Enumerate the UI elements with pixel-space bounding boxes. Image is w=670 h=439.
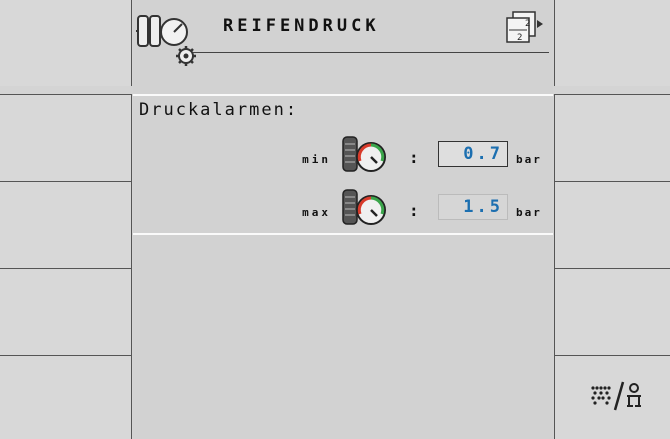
- page-current: 2: [525, 19, 530, 29]
- softkey-left-1[interactable]: [0, 0, 132, 86]
- min-separator: :: [409, 148, 419, 167]
- max-pressure-field[interactable]: 1.5: [438, 194, 508, 220]
- softkey-right-5-unit-toggle[interactable]: [554, 356, 670, 439]
- section-divider: [133, 94, 553, 96]
- header-divider: [193, 52, 549, 53]
- softkey-left-5[interactable]: [0, 356, 132, 439]
- main-panel: REIFENDRUCK 2 2 Druckalarmen: min : 0.7 …: [133, 0, 553, 439]
- max-unit: bar: [516, 206, 542, 219]
- min-unit: bar: [516, 153, 542, 166]
- page-total: 2: [517, 33, 522, 43]
- unit-toggle-icon: [591, 381, 641, 411]
- tire-pressure-settings-icon: [136, 15, 196, 66]
- softkey-right-3[interactable]: [554, 182, 670, 268]
- softkey-right-2[interactable]: [554, 95, 670, 181]
- section-label: Druckalarmen:: [139, 100, 299, 120]
- max-separator: :: [409, 201, 419, 220]
- page-indicator-icon[interactable]: 2 2: [503, 10, 543, 44]
- tire-pressure-gauge-icon: [342, 136, 386, 172]
- softkey-left-4[interactable]: [0, 269, 132, 355]
- max-label: max: [302, 206, 331, 219]
- softkey-right-4[interactable]: [554, 269, 670, 355]
- section-divider: [133, 233, 553, 235]
- softkey-right-1[interactable]: [554, 0, 670, 86]
- softkey-left-3[interactable]: [0, 182, 132, 268]
- tire-pressure-gauge-icon: [342, 189, 386, 225]
- page-title: REIFENDRUCK: [223, 16, 380, 36]
- min-label: min: [302, 153, 331, 166]
- min-pressure-field[interactable]: 0.7: [438, 141, 508, 167]
- softkey-left-2[interactable]: [0, 95, 132, 181]
